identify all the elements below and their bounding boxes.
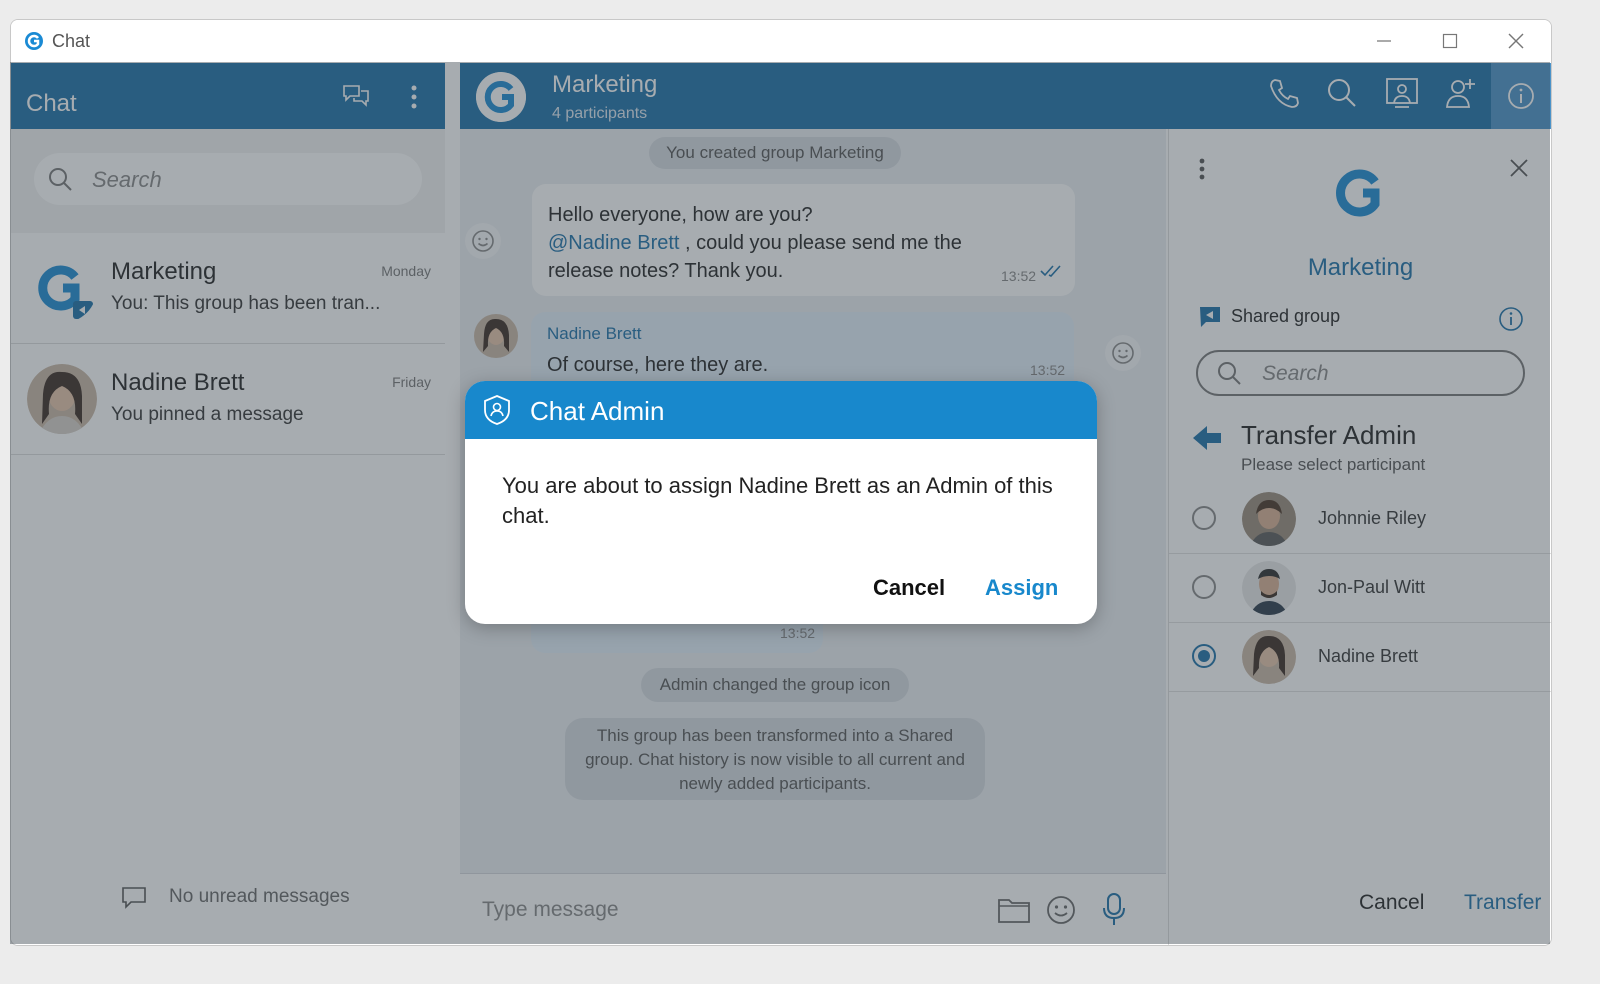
app-logo-icon xyxy=(25,32,43,50)
close-window-button[interactable] xyxy=(1493,25,1539,57)
maximize-button[interactable] xyxy=(1427,25,1473,57)
window-title: Chat xyxy=(52,31,91,51)
shield-icon xyxy=(484,395,510,425)
minimize-button[interactable] xyxy=(1361,25,1407,57)
dialog-message: You are about to assign Nadine Brett as … xyxy=(502,473,1053,528)
dialog-cancel-button[interactable]: Cancel xyxy=(873,575,945,601)
dialog-assign-button[interactable]: Assign xyxy=(985,575,1058,601)
dialog-header: Chat Admin xyxy=(465,381,1097,439)
dialog-title: Chat Admin xyxy=(530,396,665,426)
chat-admin-dialog: Chat Admin You are about to assign Nadin… xyxy=(465,381,1097,624)
title-bar: Chat xyxy=(11,20,1551,63)
